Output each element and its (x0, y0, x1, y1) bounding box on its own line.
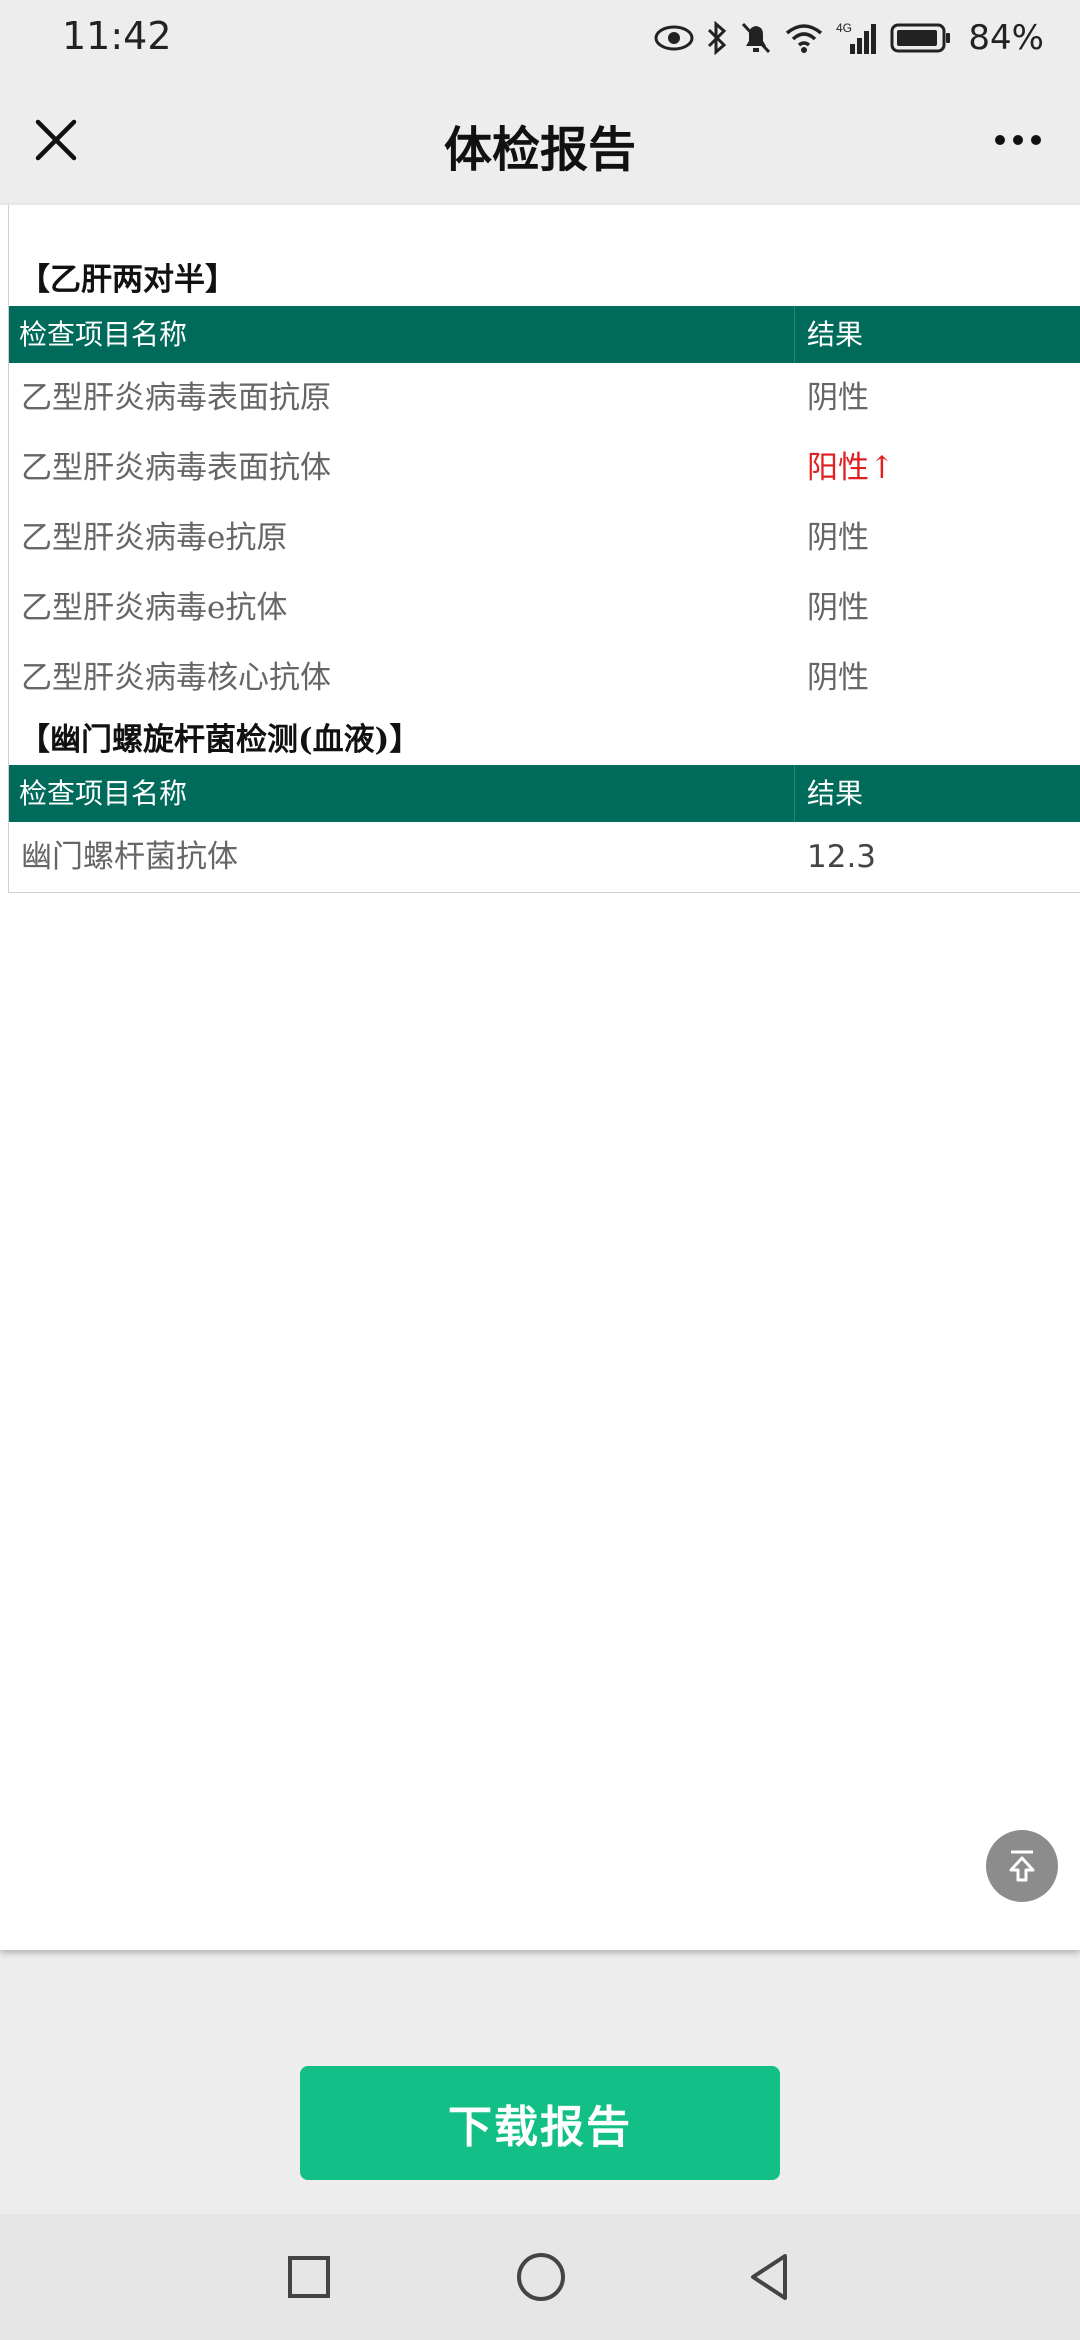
table-row: 乙型肝炎病毒e抗体 阴性 (9, 573, 1080, 643)
item-result: 阴性 (807, 380, 869, 416)
status-icons: 4G 84% (654, 16, 1044, 60)
nav-bar: 体检报告 (0, 80, 1080, 204)
table-header: 检查项目名称 结果 (9, 765, 1080, 822)
page-title: 体检报告 (443, 122, 636, 178)
download-report-button[interactable]: 下载报告 (300, 2066, 780, 2180)
section-title: 【幽门螺旋杆菌检测(血液)】 (19, 722, 421, 758)
network-type: 4G (836, 21, 852, 35)
section-title: 【乙肝两对半】 (19, 262, 236, 298)
report-content[interactable]: 【乙肝两对半】 检查项目名称 结果 乙型肝炎病毒表面抗原 阴性 乙型肝炎病毒表面… (0, 205, 1080, 1950)
item-name: 乙型肝炎病毒表面抗体 (21, 450, 331, 486)
more-button[interactable] (990, 120, 1050, 160)
battery-percent: 84% (968, 18, 1044, 58)
table-row: 乙型肝炎病毒e抗原 阴性 (9, 503, 1080, 573)
table-row: 乙型肝炎病毒表面抗原 阴性 (9, 363, 1080, 433)
triangle-back-icon (751, 2254, 787, 2300)
back-to-top-button[interactable] (986, 1830, 1058, 1902)
report-table: 【乙肝两对半】 检查项目名称 结果 乙型肝炎病毒表面抗原 阴性 乙型肝炎病毒表面… (8, 205, 1080, 893)
item-name: 幽门螺杆菌抗体 (21, 839, 238, 875)
eye-icon (654, 25, 694, 51)
status-bar: 11:42 4G 84% (0, 0, 1080, 80)
item-result: 阴性 (807, 590, 869, 626)
bluetooth-icon (708, 21, 727, 55)
item-name: 乙型肝炎病毒e抗体 (21, 590, 288, 626)
item-result: 阴性 (807, 520, 869, 556)
header-result: 结果 (807, 777, 864, 810)
item-result-abnormal: 阳性↑ (807, 450, 895, 486)
system-nav-bar (0, 2214, 1080, 2340)
item-result: 12.3 (807, 839, 877, 875)
header-divider (794, 765, 795, 822)
battery-icon (890, 23, 951, 53)
item-name: 乙型肝炎病毒表面抗原 (21, 380, 331, 416)
status-time: 11:42 (62, 14, 172, 58)
table-header: 检查项目名称 结果 (9, 306, 1080, 363)
table-row: 乙型肝炎病毒核心抗体 阴性 (9, 643, 1080, 713)
item-name: 乙型肝炎病毒e抗原 (21, 520, 288, 556)
square-recents-icon (288, 2256, 330, 2298)
more-icon (995, 135, 1041, 145)
circle-home-icon (517, 2253, 565, 2301)
back-button[interactable] (736, 2244, 802, 2310)
home-button[interactable] (508, 2244, 574, 2310)
header-name: 检查项目名称 (19, 318, 188, 351)
mute-bell-icon (742, 22, 771, 54)
signal-icon: 4G (836, 21, 877, 54)
item-name: 乙型肝炎病毒核心抗体 (21, 660, 331, 696)
back-to-top-icon (1009, 1850, 1035, 1882)
item-result: 阴性 (807, 660, 869, 696)
table-row: 乙型肝炎病毒表面抗体 阳性↑ (9, 433, 1080, 503)
header-name: 检查项目名称 (19, 777, 188, 810)
wifi-icon (786, 24, 823, 53)
header-divider (794, 306, 795, 363)
header-result: 结果 (807, 318, 864, 351)
table-row: 幽门螺杆菌抗体 12.3 (9, 822, 1080, 892)
recents-button[interactable] (276, 2244, 342, 2310)
